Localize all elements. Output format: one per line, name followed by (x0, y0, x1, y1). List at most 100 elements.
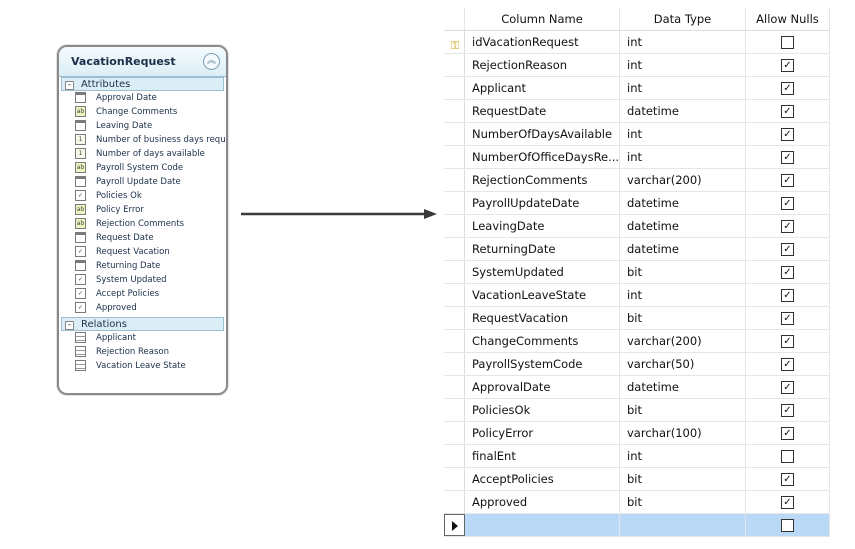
row-selector[interactable] (444, 284, 465, 306)
row-selector[interactable] (444, 422, 465, 444)
column-name-cell[interactable]: SystemUpdated (465, 261, 620, 283)
data-type-cell[interactable]: datetime (620, 376, 746, 398)
table-row[interactable]: VacationLeaveState int ✓ (444, 284, 830, 307)
column-name-header[interactable]: Column Name (465, 8, 620, 30)
data-type-cell[interactable]: bit (620, 399, 746, 421)
allow-nulls-checkbox[interactable] (781, 36, 794, 49)
allow-nulls-checkbox[interactable] (781, 519, 794, 532)
data-type-cell[interactable]: datetime (620, 238, 746, 260)
allow-nulls-checkbox[interactable]: ✓ (781, 151, 794, 164)
row-selector[interactable] (444, 399, 465, 421)
table-row[interactable]: NumberOfDaysAvailable int ✓ (444, 123, 830, 146)
allow-nulls-checkbox[interactable]: ✓ (781, 496, 794, 509)
entity-card[interactable]: VacationRequest ︽ - Attributes Approval … (57, 45, 228, 395)
row-selector[interactable] (444, 514, 465, 536)
entity-item[interactable]: ✓ Accept Policies (73, 287, 226, 301)
allow-nulls-checkbox[interactable]: ✓ (781, 427, 794, 440)
row-selector[interactable] (444, 238, 465, 260)
table-row[interactable]: ChangeComments varchar(200) ✓ (444, 330, 830, 353)
data-type-cell[interactable]: bit (620, 307, 746, 329)
table-row[interactable]: ⚿ idVacationRequest int (444, 31, 830, 54)
table-row[interactable]: ReturningDate datetime ✓ (444, 238, 830, 261)
column-name-cell[interactable]: RejectionComments (465, 169, 620, 191)
data-type-cell[interactable]: datetime (620, 192, 746, 214)
entity-item[interactable]: ✓ Approved (73, 301, 226, 315)
row-selector[interactable] (444, 307, 465, 329)
row-selector[interactable] (444, 376, 465, 398)
allow-nulls-checkbox[interactable]: ✓ (781, 197, 794, 210)
allow-nulls-checkbox[interactable]: ✓ (781, 243, 794, 256)
table-row[interactable]: finalEnt int (444, 445, 830, 468)
data-type-cell[interactable]: varchar(50) (620, 353, 746, 375)
row-selector[interactable] (444, 169, 465, 191)
data-type-cell[interactable]: datetime (620, 100, 746, 122)
table-row[interactable]: PolicyError varchar(100) ✓ (444, 422, 830, 445)
column-name-cell[interactable]: Applicant (465, 77, 620, 99)
table-row[interactable]: LeavingDate datetime ✓ (444, 215, 830, 238)
allow-nulls-checkbox[interactable]: ✓ (781, 312, 794, 325)
column-name-cell[interactable]: AcceptPolicies (465, 468, 620, 490)
table-row[interactable]: SystemUpdated bit ✓ (444, 261, 830, 284)
data-type-cell[interactable]: int (620, 77, 746, 99)
allow-nulls-checkbox[interactable]: ✓ (781, 404, 794, 417)
data-type-cell[interactable]: varchar(200) (620, 330, 746, 352)
column-name-cell[interactable]: Approved (465, 491, 620, 513)
data-type-header[interactable]: Data Type (620, 8, 746, 30)
row-selector[interactable] (444, 54, 465, 76)
data-type-cell[interactable]: bit (620, 491, 746, 513)
row-selector[interactable] (444, 123, 465, 145)
entity-item[interactable]: Leaving Date (73, 119, 226, 133)
allow-nulls-checkbox[interactable]: ✓ (781, 266, 794, 279)
column-name-cell[interactable]: PolicyError (465, 422, 620, 444)
data-type-cell[interactable]: bit (620, 468, 746, 490)
row-selector[interactable] (444, 261, 465, 283)
row-selector[interactable] (444, 491, 465, 513)
allow-nulls-checkbox[interactable]: ✓ (781, 335, 794, 348)
row-selector[interactable] (444, 192, 465, 214)
allow-nulls-checkbox[interactable]: ✓ (781, 128, 794, 141)
column-name-cell[interactable]: RejectionReason (465, 54, 620, 76)
table-row[interactable]: Applicant int ✓ (444, 77, 830, 100)
row-selector[interactable] (444, 468, 465, 490)
allow-nulls-checkbox[interactable]: ✓ (781, 381, 794, 394)
entity-item[interactable]: 1 Number of days available (73, 147, 226, 161)
attributes-section-header[interactable]: - Attributes (61, 77, 224, 91)
allow-nulls-checkbox[interactable]: ✓ (781, 358, 794, 371)
allow-nulls-checkbox[interactable]: ✓ (781, 289, 794, 302)
table-row[interactable]: NumberOfOfficeDaysRe... int ✓ (444, 146, 830, 169)
table-row[interactable]: RejectionComments varchar(200) ✓ (444, 169, 830, 192)
data-type-cell[interactable]: int (620, 31, 746, 53)
table-row[interactable]: Approved bit ✓ (444, 491, 830, 514)
data-type-cell[interactable]: varchar(100) (620, 422, 746, 444)
collapse-minus-icon[interactable]: - (65, 81, 74, 90)
table-row[interactable]: PoliciesOk bit ✓ (444, 399, 830, 422)
new-row[interactable] (444, 514, 830, 537)
entity-item[interactable]: Vacation Leave State (73, 359, 226, 373)
column-name-cell[interactable]: finalEnt (465, 445, 620, 467)
column-name-cell[interactable]: RequestDate (465, 100, 620, 122)
column-name-cell[interactable]: PoliciesOk (465, 399, 620, 421)
entity-item[interactable]: 1 Number of business days requ (73, 133, 226, 147)
column-name-cell[interactable]: VacationLeaveState (465, 284, 620, 306)
entity-item[interactable]: ab Policy Error (73, 203, 226, 217)
collapse-icon[interactable]: ︽ (203, 53, 220, 70)
entity-item[interactable]: Payroll Update Date (73, 175, 226, 189)
table-row[interactable]: ApprovalDate datetime ✓ (444, 376, 830, 399)
column-name-cell[interactable]: idVacationRequest (465, 31, 620, 53)
data-type-cell[interactable]: int (620, 146, 746, 168)
entity-item[interactable]: Request Date (73, 231, 226, 245)
table-row[interactable]: RequestDate datetime ✓ (444, 100, 830, 123)
entity-item[interactable]: ✓ Policies Ok (73, 189, 226, 203)
entity-item[interactable]: ab Payroll System Code (73, 161, 226, 175)
column-name-cell[interactable]: RequestVacation (465, 307, 620, 329)
table-row[interactable]: RequestVacation bit ✓ (444, 307, 830, 330)
row-selector[interactable] (444, 77, 465, 99)
allow-nulls-header[interactable]: Allow Nulls (746, 8, 830, 30)
column-name-cell[interactable]: NumberOfOfficeDaysRe... (465, 146, 620, 168)
column-name-cell[interactable]: LeavingDate (465, 215, 620, 237)
collapse-minus-icon[interactable]: - (65, 321, 74, 330)
allow-nulls-checkbox[interactable] (781, 450, 794, 463)
row-selector[interactable] (444, 353, 465, 375)
entity-item[interactable]: Applicant (73, 331, 226, 345)
column-name-cell[interactable]: PayrollSystemCode (465, 353, 620, 375)
